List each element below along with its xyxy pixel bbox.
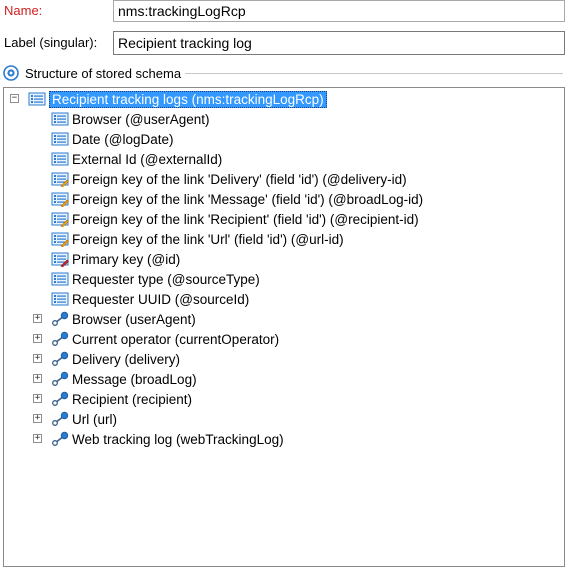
tree-node-label: Browser (@userAgent) <box>72 111 210 127</box>
expand-icon[interactable]: + <box>33 434 42 443</box>
foreign-key-icon <box>51 212 69 227</box>
schema-structure-section-header: Structure of stored schema <box>3 64 563 82</box>
tree-node-label: Delivery (delivery) <box>72 351 181 367</box>
tree-attribute-node[interactable]: Requester UUID (@sourceId) <box>51 289 249 309</box>
link-icon <box>52 371 69 386</box>
tree-node-label: Foreign key of the link 'Url' (field 'id… <box>72 231 344 247</box>
tree-attribute-node[interactable]: Requester type (@sourceType) <box>51 269 260 289</box>
tree-link-node[interactable]: Url (url) <box>51 409 117 429</box>
tree-attribute-node[interactable]: Foreign key of the link 'Recipient' (fie… <box>51 209 419 229</box>
schema-tree[interactable]: − Recipient tracking logs (nms:trackingL… <box>3 87 565 567</box>
foreign-key-icon <box>51 232 69 247</box>
name-field[interactable] <box>113 0 565 22</box>
expand-icon[interactable]: + <box>33 334 42 343</box>
tree-attribute-node[interactable]: Browser (@userAgent) <box>51 109 210 129</box>
collapse-icon[interactable]: − <box>10 94 19 103</box>
attribute-icon <box>51 152 69 166</box>
name-label: Name: <box>4 3 43 18</box>
root-schema-icon <box>28 92 46 106</box>
foreign-key-icon <box>51 192 69 207</box>
tree-attribute-node[interactable]: Foreign key of the link 'Delivery' (fiel… <box>51 169 407 189</box>
tree-node-label: Web tracking log (webTrackingLog) <box>72 431 284 447</box>
tree-node-label: Url (url) <box>72 411 117 427</box>
tree-node-label: Foreign key of the link 'Recipient' (fie… <box>72 211 419 227</box>
tree-node-label: Foreign key of the link 'Message' (field… <box>72 191 424 207</box>
tree-attribute-node[interactable]: Date (@logDate) <box>51 129 174 149</box>
tree-attribute-node[interactable]: External Id (@externalId) <box>51 149 222 169</box>
tree-node-label: Message (broadLog) <box>72 371 197 387</box>
tree-node-label: Recipient (recipient) <box>72 391 193 407</box>
tree-node-label: Requester UUID (@sourceId) <box>72 291 250 307</box>
tree-node-label: Primary key (@id) <box>72 251 181 267</box>
expand-icon[interactable]: + <box>33 374 42 383</box>
tree-node-label: Browser (userAgent) <box>72 311 196 327</box>
link-icon <box>52 411 69 426</box>
tree-link-node[interactable]: Delivery (delivery) <box>51 349 180 369</box>
tree-link-node[interactable]: Recipient (recipient) <box>51 389 192 409</box>
link-icon <box>52 431 69 446</box>
tree-attribute-node[interactable]: Foreign key of the link 'Url' (field 'id… <box>51 229 344 249</box>
attribute-icon <box>51 132 69 146</box>
tree-node-label: Recipient tracking logs (nms:trackingLog… <box>49 90 327 108</box>
tree-attribute-node[interactable]: Primary key (@id) <box>51 249 180 269</box>
section-divider <box>185 73 563 74</box>
expand-icon[interactable]: + <box>33 314 42 323</box>
attribute-icon <box>51 292 69 306</box>
attribute-icon <box>51 112 69 126</box>
expand-icon[interactable]: + <box>33 394 42 403</box>
label-singular-label: Label (singular): <box>4 35 98 50</box>
tree-link-node[interactable]: Web tracking log (webTrackingLog) <box>51 429 284 449</box>
link-icon <box>52 351 69 366</box>
expand-icon[interactable]: + <box>33 414 42 423</box>
label-singular-field[interactable] <box>113 31 565 55</box>
tree-attribute-node[interactable]: Foreign key of the link 'Message' (field… <box>51 189 423 209</box>
tree-node-label: Date (@logDate) <box>72 131 174 147</box>
tree-link-node[interactable]: Current operator (currentOperator) <box>51 329 279 349</box>
foreign-key-icon <box>51 172 69 187</box>
attribute-icon <box>51 272 69 286</box>
tree-node-label: External Id (@externalId) <box>72 151 223 167</box>
tree-node-label: Foreign key of the link 'Delivery' (fiel… <box>72 171 407 187</box>
link-icon <box>52 331 69 346</box>
tree-root-node[interactable]: Recipient tracking logs (nms:trackingLog… <box>28 89 327 109</box>
eye-icon <box>3 65 19 81</box>
primary-key-icon <box>51 252 69 267</box>
link-icon <box>52 391 69 406</box>
tree-node-label: Current operator (currentOperator) <box>72 331 280 347</box>
tree-link-node[interactable]: Message (broadLog) <box>51 369 197 389</box>
expand-icon[interactable]: + <box>33 354 42 363</box>
section-title: Structure of stored schema <box>25 65 182 81</box>
link-icon <box>52 311 69 326</box>
tree-node-label: Requester type (@sourceType) <box>72 271 260 287</box>
tree-link-node[interactable]: Browser (userAgent) <box>51 309 196 329</box>
